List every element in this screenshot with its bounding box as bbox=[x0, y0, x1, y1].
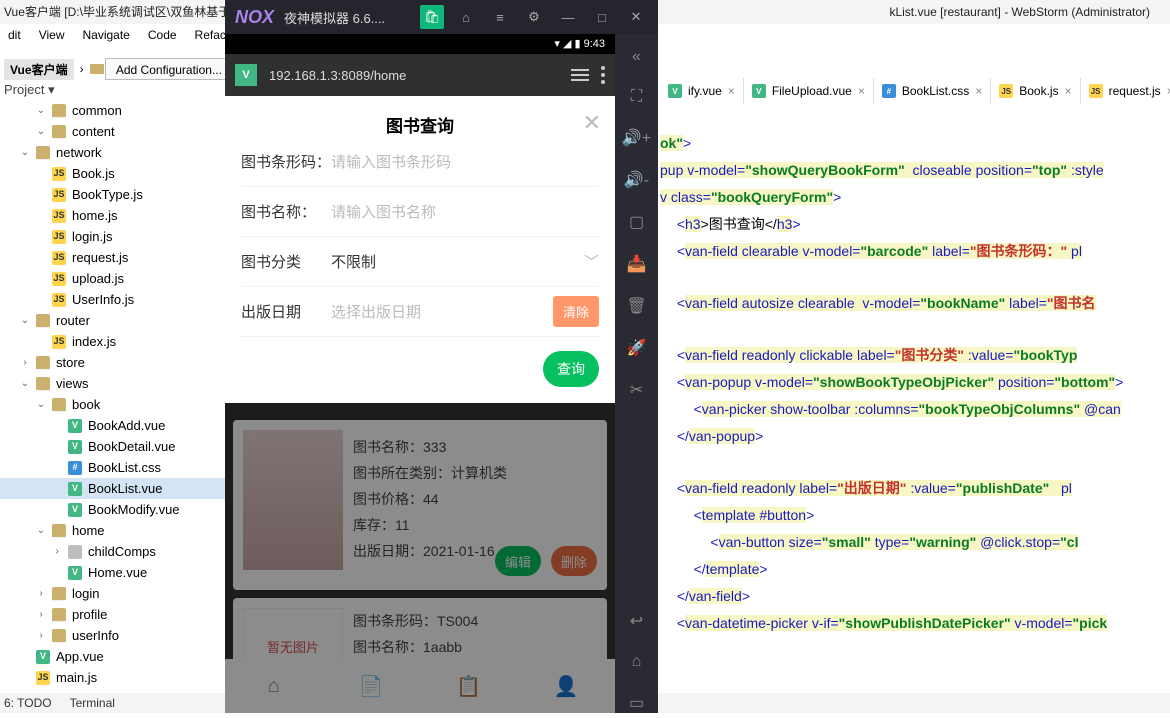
project-tree[interactable]: ⌄common⌄content⌄networkJSBook.jsJSBookTy… bbox=[0, 100, 225, 688]
tree-item[interactable]: JSupload.js bbox=[0, 268, 225, 289]
volume-down-icon[interactable]: 🔊- bbox=[624, 170, 649, 190]
volume-up-icon[interactable]: 🔊+ bbox=[622, 128, 651, 148]
gear-icon[interactable]: ⚙ bbox=[522, 5, 546, 29]
emulator-sidebar: « ⛶ 🔊+ 🔊- ▢ 📥 🗑 🚀 ✂ ↩ ⌂ ▭ bbox=[615, 34, 658, 713]
editor-tab[interactable]: JSBook.js× bbox=[991, 78, 1080, 104]
menu-icon[interactable]: ≡ bbox=[488, 5, 512, 29]
apk-icon[interactable]: 📥 bbox=[627, 254, 647, 274]
tree-item[interactable]: VApp.vue bbox=[0, 646, 225, 667]
tree-item[interactable]: JSUserInfo.js bbox=[0, 289, 225, 310]
tree-item[interactable]: ⌄views bbox=[0, 373, 225, 394]
burger-icon[interactable] bbox=[571, 69, 589, 81]
tree-item[interactable]: ⌄network bbox=[0, 142, 225, 163]
menu-view[interactable]: View bbox=[31, 24, 73, 48]
tree-item[interactable]: VBookDetail.vue bbox=[0, 436, 225, 457]
tree-item[interactable]: JSrequest.js bbox=[0, 247, 225, 268]
chevron-down-icon: ﹀ bbox=[584, 251, 599, 272]
tree-item[interactable]: ⌄home bbox=[0, 520, 225, 541]
emulator-window: NOX 夜神模拟器 6.6.... 🛍 ⌂ ≡ ⚙ — □ ✕ ▾ ◢ ▮ 9:… bbox=[225, 0, 658, 713]
tree-item[interactable]: ⌄content bbox=[0, 121, 225, 142]
editor-tabs: Vify.vue×VFileUpload.vue×#BookList.css×J… bbox=[660, 78, 1170, 104]
back-icon[interactable]: ↩ bbox=[630, 611, 643, 631]
home-icon[interactable]: ⌂ bbox=[454, 5, 478, 29]
tree-item[interactable]: JSlogin.js bbox=[0, 226, 225, 247]
tree-item[interactable]: JShome.js bbox=[0, 205, 225, 226]
popup-title: 图书查询 bbox=[241, 112, 599, 137]
tree-item[interactable]: #BookList.css bbox=[0, 457, 225, 478]
code-editor[interactable]: ok"> pup v-model="showQueryBookForm" clo… bbox=[660, 106, 1170, 638]
emulator-title-bar[interactable]: NOX 夜神模拟器 6.6.... 🛍 ⌂ ≡ ⚙ — □ ✕ bbox=[225, 0, 658, 34]
title-right: kList.vue [restaurant] - WebStorm (Admin… bbox=[889, 0, 1150, 24]
editor-tab[interactable]: Vify.vue× bbox=[660, 78, 744, 104]
name-input[interactable]: 请输入图书名称 bbox=[331, 201, 599, 222]
query-button[interactable]: 查询 bbox=[543, 351, 599, 387]
nox-logo: NOX bbox=[235, 7, 274, 28]
url-text: 192.168.1.3:8089/home bbox=[269, 68, 406, 83]
close-icon[interactable]: ✕ bbox=[583, 110, 601, 136]
folder-icon bbox=[90, 64, 104, 74]
phone-content: 图书名称：333 图书所在类别：计算机类 图书价格：44 库存：11 出版日期：… bbox=[225, 96, 615, 713]
tree-item[interactable]: ›profile bbox=[0, 604, 225, 625]
todo-tab[interactable]: 6: TODO bbox=[4, 693, 52, 713]
maximize-icon[interactable]: □ bbox=[590, 5, 614, 29]
menu-bar: dit View Navigate Code Refactor bbox=[0, 24, 248, 48]
tree-item[interactable]: ›childComps bbox=[0, 541, 225, 562]
date-field[interactable]: 出版日期 选择出版日期 清除 bbox=[241, 287, 599, 337]
tree-item[interactable]: JSindex.js bbox=[0, 331, 225, 352]
scissors-icon[interactable]: ✂ bbox=[630, 380, 643, 400]
editor-tab[interactable]: JSrequest.js× bbox=[1081, 78, 1170, 104]
minimize-icon[interactable]: — bbox=[556, 5, 580, 29]
more-icon[interactable] bbox=[601, 66, 605, 84]
recent-icon[interactable]: ▭ bbox=[629, 693, 644, 713]
screenshot-icon[interactable]: ▢ bbox=[629, 212, 644, 232]
add-configuration-button[interactable]: Add Configuration... bbox=[105, 58, 233, 80]
clear-button[interactable]: 清除 bbox=[553, 296, 599, 327]
tree-item[interactable]: ⌄book bbox=[0, 394, 225, 415]
vue-icon: V bbox=[235, 64, 257, 86]
crumb-project[interactable]: Vue客户端 bbox=[4, 59, 74, 80]
tree-item[interactable]: ⌄common bbox=[0, 100, 225, 121]
tree-item[interactable]: JSBook.js bbox=[0, 163, 225, 184]
tree-item[interactable]: ›userInfo bbox=[0, 625, 225, 646]
tree-item[interactable]: VBookModify.vue bbox=[0, 499, 225, 520]
home-icon[interactable]: ⌂ bbox=[632, 653, 642, 671]
tree-item[interactable]: ⌄router bbox=[0, 310, 225, 331]
tree-item[interactable]: JSmain.js bbox=[0, 667, 225, 688]
tree-item[interactable]: VHome.vue bbox=[0, 562, 225, 583]
project-label[interactable]: Project ▾ bbox=[4, 82, 55, 98]
rocket-icon[interactable]: 🚀 bbox=[627, 338, 647, 358]
query-popup: 图书查询 ✕ 图书条形码： 请输入图书条形码 图书名称： 请输入图书名称 图书分… bbox=[225, 96, 615, 403]
barcode-field[interactable]: 图书条形码： 请输入图书条形码 bbox=[241, 137, 599, 187]
tree-item[interactable]: ›login bbox=[0, 583, 225, 604]
shop-icon[interactable]: 🛍 bbox=[420, 5, 444, 29]
trash-icon[interactable]: 🗑 bbox=[626, 296, 646, 316]
phone-screen: ▾ ◢ ▮ 9:43 V 192.168.1.3:8089/home 图书名称：… bbox=[225, 34, 615, 713]
tree-item[interactable]: VBookAdd.vue bbox=[0, 415, 225, 436]
editor-tab[interactable]: #BookList.css× bbox=[874, 78, 991, 104]
booktype-field[interactable]: 图书分类 不限制 ﹀ bbox=[241, 237, 599, 287]
editor-tab[interactable]: VFileUpload.vue× bbox=[744, 78, 874, 104]
type-select[interactable]: 不限制 bbox=[331, 251, 584, 272]
tree-item[interactable]: ›store bbox=[0, 352, 225, 373]
emulator-title: 夜神模拟器 6.6.... bbox=[284, 8, 385, 27]
menu-navigate[interactable]: Navigate bbox=[74, 24, 137, 48]
status-bar: ▾ ◢ ▮ 9:43 bbox=[225, 34, 615, 54]
collapse-icon[interactable]: « bbox=[632, 48, 641, 66]
breadcrumb: Vue客户端› src› views› bo Add Configuration… bbox=[0, 56, 241, 82]
bookname-field[interactable]: 图书名称： 请输入图书名称 bbox=[241, 187, 599, 237]
terminal-tab[interactable]: Terminal bbox=[70, 693, 115, 713]
tree-item[interactable]: JSBookType.js bbox=[0, 184, 225, 205]
menu-code[interactable]: Code bbox=[140, 24, 185, 48]
title-left: Vue客户端 [D:\毕业系统调试区\双鱼林基于 bbox=[4, 5, 230, 19]
fullscreen-icon[interactable]: ⛶ bbox=[631, 88, 642, 106]
url-bar: V 192.168.1.3:8089/home bbox=[225, 54, 615, 96]
close-icon[interactable]: ✕ bbox=[624, 5, 648, 29]
tree-item[interactable]: VBookList.vue bbox=[0, 478, 225, 499]
barcode-input[interactable]: 请输入图书条形码 bbox=[331, 151, 599, 172]
menu-edit[interactable]: dit bbox=[0, 24, 29, 48]
date-input[interactable]: 选择出版日期 bbox=[331, 301, 553, 322]
